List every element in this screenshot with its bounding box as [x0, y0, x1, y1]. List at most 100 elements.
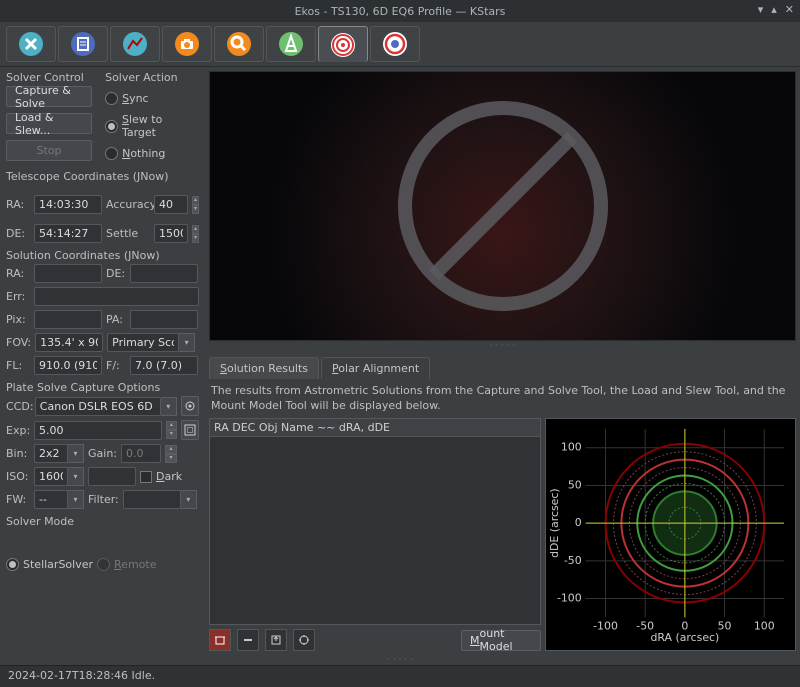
export-button[interactable]	[265, 629, 287, 651]
svg-text:0: 0	[575, 516, 582, 529]
sol-fnum-input	[130, 356, 198, 375]
tab-guide[interactable]	[370, 26, 420, 62]
mount-model-button[interactable]: Mount Model	[461, 630, 541, 651]
sol-pa-label: PA:	[106, 313, 126, 326]
scope-select[interactable]	[107, 333, 179, 352]
gain-input[interactable]	[121, 444, 161, 463]
tab-analyze[interactable]	[110, 26, 160, 62]
sol-de-input	[130, 264, 198, 283]
sol-ra-label: RA:	[6, 267, 30, 280]
splitter-handle[interactable]: · · · · ·	[209, 341, 796, 351]
slew-to-target-label: Slew to Target	[122, 113, 199, 139]
exp-spinner[interactable]: ▴▾	[166, 421, 177, 439]
slew-to-target-radio[interactable]	[105, 120, 118, 133]
solution-coords-title: Solution Coordinates (JNow)	[6, 247, 199, 264]
sync-radio[interactable]	[105, 92, 118, 105]
tab-align[interactable]	[318, 26, 368, 62]
filter-label: Filter:	[88, 493, 119, 506]
load-slew-button[interactable]: Load & Slew...	[6, 113, 92, 134]
settle-spinner[interactable]: ▴▾	[192, 225, 199, 243]
exp-input[interactable]	[34, 421, 162, 440]
tab-focus[interactable]	[214, 26, 264, 62]
iso-select[interactable]	[34, 467, 68, 486]
dark-checkbox[interactable]	[140, 471, 152, 483]
error-plot[interactable]: -100-50050100 100500-50-100 dRA (arcsec)…	[545, 418, 796, 651]
clear-button[interactable]	[209, 629, 231, 651]
align-left-panel: Solver Control Capture & Solve Load & Sl…	[0, 67, 205, 655]
telescope-coords-title: Telescope Coordinates (JNow)	[6, 168, 199, 185]
sol-err-label: Err:	[6, 290, 30, 303]
chevron-down-icon[interactable]: ▾	[181, 490, 197, 509]
sol-err-input	[34, 287, 199, 306]
exp-label: Exp:	[6, 424, 30, 437]
svg-text:-50: -50	[564, 554, 582, 567]
svg-text:-100: -100	[557, 591, 582, 604]
chevron-down-icon[interactable]: ▾	[179, 333, 195, 352]
bin-label: Bin:	[6, 447, 30, 460]
tab-mount[interactable]	[266, 26, 316, 62]
solver-mode-title: Solver Mode	[6, 513, 199, 530]
sol-pa-input	[130, 310, 198, 329]
chevron-down-icon[interactable]: ▾	[68, 490, 84, 509]
no-image-icon	[398, 101, 608, 311]
filter-select[interactable]	[123, 490, 181, 509]
accuracy-spinner[interactable]: ▴▾	[192, 196, 199, 214]
tab-capture[interactable]	[162, 26, 212, 62]
stellarsolver-label: StellarSolver	[23, 558, 93, 571]
autoscale-button[interactable]	[293, 629, 315, 651]
nothing-radio[interactable]	[105, 147, 118, 160]
svg-text:100: 100	[561, 441, 582, 454]
sol-fov-label: FOV:	[6, 336, 31, 349]
align-right-panel: · · · · · Solution Results Polar Alignme…	[205, 67, 800, 655]
bin-select[interactable]	[34, 444, 68, 463]
tab-setup[interactable]	[6, 26, 56, 62]
sol-pix-input	[34, 310, 102, 329]
settle-input[interactable]	[154, 224, 188, 243]
sync-label: Sync	[122, 92, 149, 105]
remote-radio[interactable]	[97, 558, 110, 571]
chevron-down-icon[interactable]: ▾	[68, 467, 84, 486]
settings-icon[interactable]	[181, 396, 199, 416]
sol-de-label: DE:	[106, 267, 126, 280]
gain-spinner[interactable]: ▴▾	[165, 445, 177, 463]
close-icon[interactable]: ✕	[785, 3, 794, 16]
solutions-list[interactable]: RA DEC Obj Name ~~ dRA, dDE	[209, 418, 541, 625]
bottom-splitter[interactable]: · · · · ·	[0, 655, 800, 665]
accuracy-input[interactable]	[154, 195, 188, 214]
tab-solution-results[interactable]: Solution Results	[209, 357, 319, 379]
ccd-select[interactable]	[35, 397, 161, 416]
window-controls: ▾ ▴ ✕	[758, 3, 794, 16]
iso-label: ISO:	[6, 470, 30, 483]
sol-fl-label: FL:	[6, 359, 30, 372]
accuracy-label: Accuracy	[106, 198, 150, 211]
minimize-icon[interactable]: ▾	[758, 3, 764, 16]
plot-xlabel: dRA (arcsec)	[650, 631, 719, 644]
tab-scheduler[interactable]	[58, 26, 108, 62]
tab-polar-alignment[interactable]: Polar Alignment	[321, 357, 430, 379]
chevron-down-icon[interactable]: ▾	[161, 397, 177, 416]
stellarsolver-radio[interactable]	[6, 558, 19, 571]
chevron-down-icon[interactable]: ▾	[68, 444, 84, 463]
svg-text:-100: -100	[593, 619, 618, 632]
fw-select[interactable]	[34, 490, 68, 509]
results-tabs: Solution Results Polar Alignment	[209, 357, 796, 379]
svg-text:50: 50	[568, 478, 582, 491]
remove-button[interactable]	[237, 629, 259, 651]
settle-label: Settle	[106, 227, 150, 240]
solutions-list-header: RA DEC Obj Name ~~ dRA, dDE	[210, 419, 540, 437]
capture-options-title: Plate Solve Capture Options	[6, 379, 199, 396]
subframe-icon[interactable]	[181, 420, 199, 440]
maximize-icon[interactable]: ▴	[771, 3, 777, 16]
ra-label: RA:	[6, 198, 30, 211]
capture-solve-button[interactable]: Capture & Solve	[6, 86, 92, 107]
iso-value2[interactable]	[88, 467, 136, 486]
plot-ylabel: dDE (arcsec)	[548, 488, 561, 558]
sol-fnum-label: F/:	[106, 359, 126, 372]
window-titlebar: Ekos - TS130, 6D EQ6 Profile — KStars ▾ …	[0, 0, 800, 22]
ra-input[interactable]	[34, 195, 102, 214]
image-preview[interactable]	[209, 71, 796, 341]
de-input[interactable]	[34, 224, 102, 243]
sol-fl-input	[34, 356, 102, 375]
module-toolbar	[0, 22, 800, 67]
stop-button[interactable]: Stop	[6, 140, 92, 161]
